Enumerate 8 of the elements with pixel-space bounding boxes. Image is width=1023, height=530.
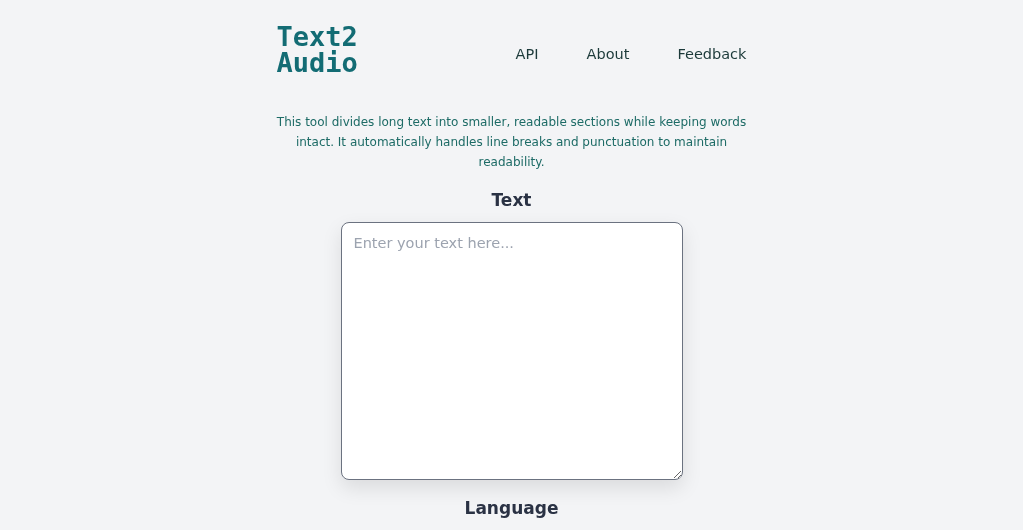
text-input-field[interactable]: Enter your text here... xyxy=(340,221,683,480)
nav-link[interactable]: API xyxy=(515,44,539,66)
nav-link[interactable]: Feedback xyxy=(677,44,747,66)
description: This tool divides long text into smaller, readable sections while keeping words intact. It automatically handles line breaks and punctuation to maintain readability. xyxy=(276,114,747,171)
nav-link[interactable]: About xyxy=(586,44,630,66)
section-heading: Language xyxy=(464,496,559,520)
section-heading: Text xyxy=(491,189,532,212)
logo[interactable]: Text2 Audio xyxy=(276,24,358,76)
